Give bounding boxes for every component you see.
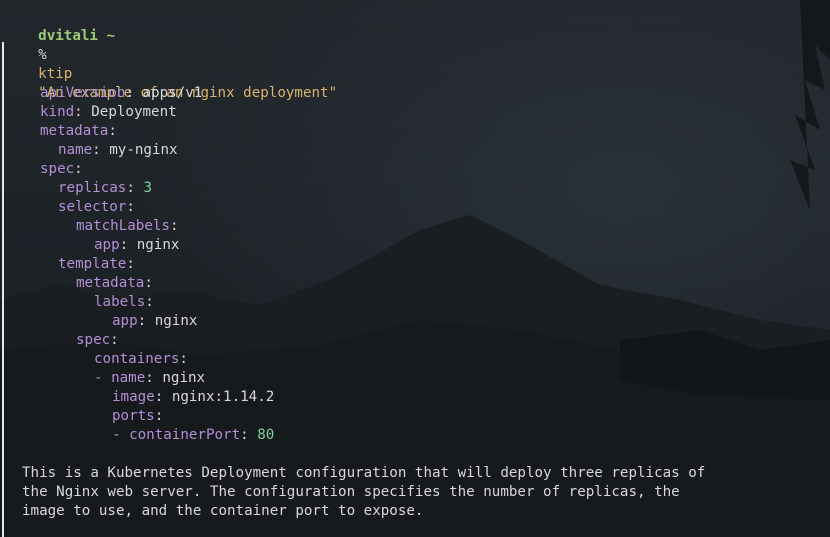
yaml-value: nginx [154,313,198,329]
yaml-key: containerPort [129,427,241,443]
yaml-value: 3 [143,180,152,196]
description-line: This is a Kubernetes Deployment configur… [22,465,706,481]
yaml-line: name: my-nginx [58,142,178,158]
yaml-key: matchLabels [76,218,170,234]
yaml-line: labels: [94,294,154,310]
yaml-dash: - [112,427,121,443]
yaml-dash: - [94,370,103,386]
yaml-line: metadata: [40,123,117,139]
yaml-key: app [112,313,138,329]
yaml-value: Deployment [91,104,177,120]
yaml-key: spec [76,332,111,348]
yaml-line: matchLabels: [76,218,179,234]
yaml-value: nginx [162,370,206,386]
yaml-key: ports [112,408,155,424]
yaml-line: apiVersion: apps/v1 [40,85,203,101]
description-line: image to use, and the container port to … [22,503,424,519]
command-name: ktip [38,66,73,82]
yaml-key: spec [40,161,75,177]
yaml-key: name [58,142,93,158]
yaml-line: template: [58,256,135,272]
yaml-line: replicas: 3 [58,180,152,196]
yaml-key: metadata [40,123,109,139]
yaml-key: apiVersion [40,85,126,101]
yaml-line: spec: [76,332,119,348]
prompt-symbol: % [38,47,47,63]
yaml-key: image [112,389,155,405]
yaml-key: kind [40,104,75,120]
yaml-line: selector: [58,199,135,215]
yaml-key: selector [58,199,127,215]
yaml-line: metadata: [76,275,153,291]
yaml-key: app [94,237,120,253]
yaml-line: kind: Deployment [40,104,177,120]
yaml-key: template [58,256,127,272]
yaml-key: containers [94,351,180,367]
yaml-line: image: nginx:1.14.2 [112,389,275,405]
command-line[interactable]: % ktip "An example of an nginx deploymen… [4,27,337,101]
yaml-line: app: nginx [112,313,198,329]
description-line: the Nginx web server. The configuration … [22,484,680,500]
yaml-key: labels [94,294,146,310]
prompt-user-line: dvitali ~ [4,8,115,44]
yaml-line: ports: [112,408,164,424]
yaml-value: apps/v1 [142,85,203,101]
yaml-line: spec: [40,161,83,177]
yaml-line: app: nginx [94,237,180,253]
yaml-line: containers: [94,351,188,367]
yaml-value: 80 [257,427,275,443]
yaml-value: nginx [136,237,180,253]
yaml-key: replicas [58,180,127,196]
yaml-line: - name: nginx [94,370,206,386]
yaml-value: nginx:1.14.2 [171,389,275,405]
yaml-key: name [111,370,146,386]
yaml-key: metadata [76,275,145,291]
yaml-line: - containerPort: 80 [112,427,275,443]
yaml-value: my-nginx [109,142,178,158]
terminal-window[interactable]: dvitali ~ % ktip "An example of an nginx… [0,0,830,537]
